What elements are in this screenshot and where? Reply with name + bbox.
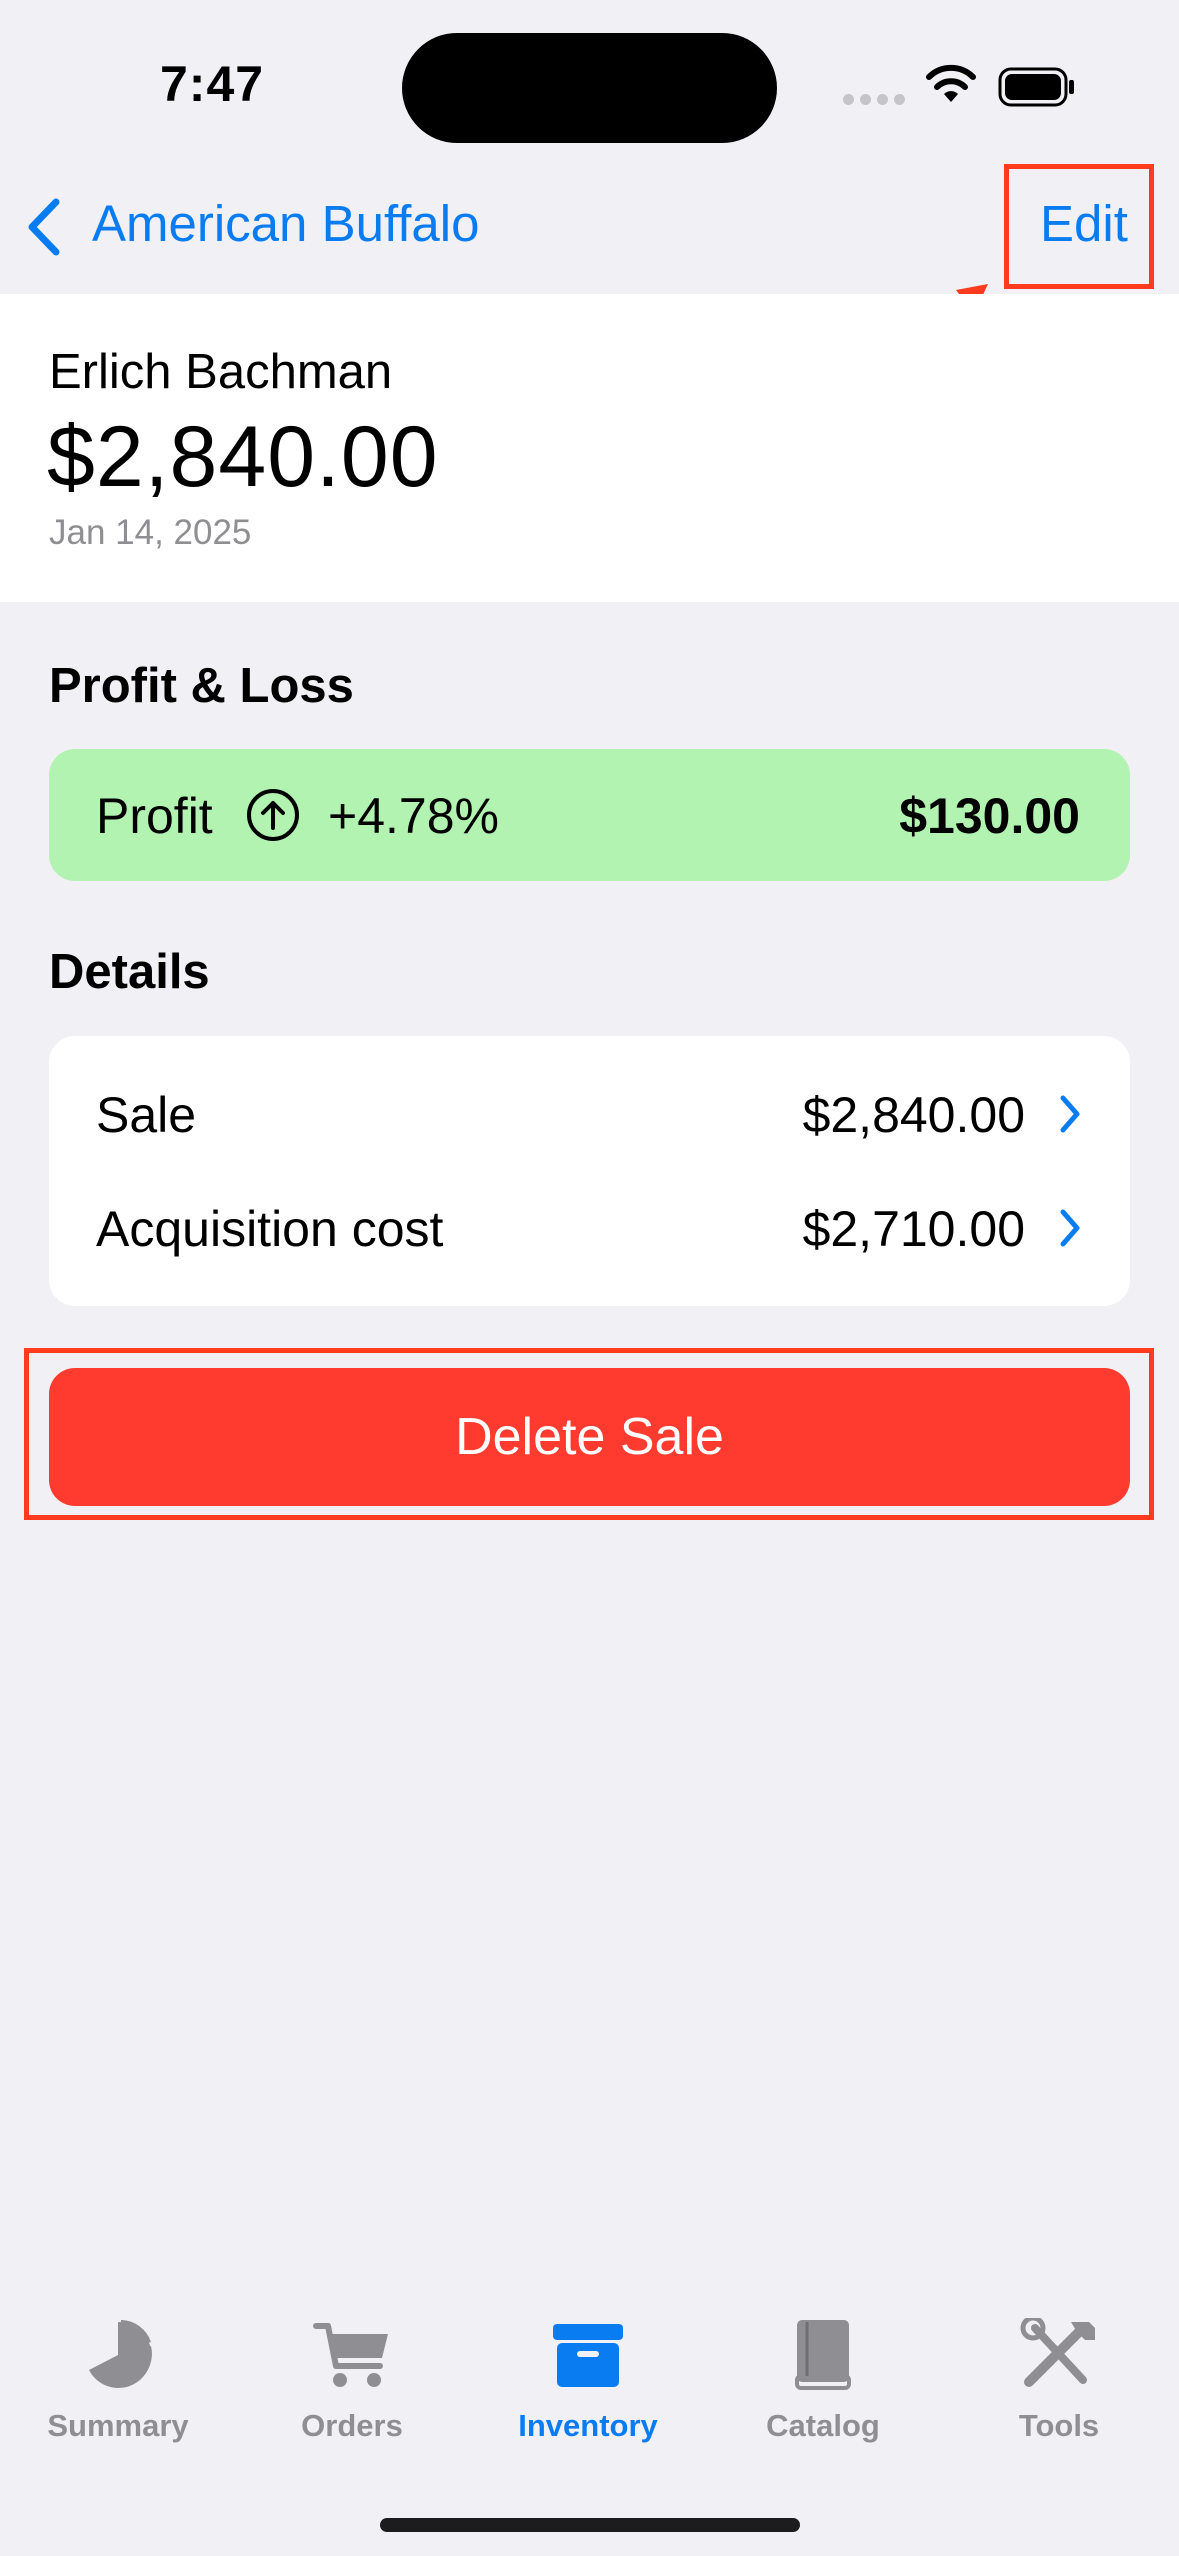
pie-chart-icon (89, 2320, 152, 2388)
book-icon (795, 2320, 851, 2390)
details-card (49, 1036, 1130, 1306)
acquisition-cost-row-label[interactable]: Acquisition cost (96, 1200, 443, 1258)
tab-inventory-label: Inventory (518, 2408, 658, 2443)
profit-label: Profit (96, 788, 213, 844)
dynamic-island (402, 33, 777, 143)
tools-icon (1020, 2318, 1095, 2387)
back-chevron-icon[interactable] (26, 198, 62, 256)
archive-box-icon (553, 2324, 623, 2387)
tab-orders-label: Orders (301, 2408, 403, 2443)
details-title: Details (49, 945, 210, 999)
home-indicator[interactable] (380, 2518, 800, 2532)
profit-value: $130.00 (899, 788, 1080, 844)
edit-highlight-box (1004, 164, 1154, 289)
sale-amount: $2,840.00 (47, 409, 439, 505)
tab-catalog[interactable]: Catalog (705, 2318, 941, 2444)
tab-inventory[interactable]: Inventory (470, 2318, 706, 2444)
profit-percent: +4.78% (328, 788, 499, 844)
sale-date: Jan 14, 2025 (49, 513, 252, 552)
chevron-right-icon[interactable] (1058, 1208, 1082, 1248)
acquisition-cost-row-value[interactable]: $2,710.00 (605, 1200, 1025, 1258)
sale-row-value[interactable]: $2,840.00 (605, 1086, 1025, 1144)
tab-tools-label: Tools (1018, 2408, 1100, 2443)
tab-tools[interactable]: Tools (941, 2318, 1177, 2444)
tab-orders[interactable]: Orders (234, 2318, 470, 2444)
cart-icon (313, 2323, 388, 2387)
delete-sale-button[interactable]: Delete Sale (49, 1368, 1130, 1506)
customer-name: Erlich Bachman (49, 345, 393, 399)
wifi-icon (926, 64, 976, 102)
back-button[interactable]: American Buffalo (92, 194, 479, 253)
tab-catalog-label: Catalog (766, 2408, 880, 2443)
arrow-up-circle-icon (247, 789, 299, 841)
battery-icon (998, 67, 1074, 107)
cellular-signal-icon (843, 92, 911, 110)
tab-summary[interactable]: Summary (0, 2318, 236, 2444)
status-time: 7:47 (160, 56, 265, 112)
tab-summary-label: Summary (47, 2408, 189, 2443)
profit-loss-title: Profit & Loss (49, 659, 354, 713)
chevron-right-icon[interactable] (1058, 1094, 1082, 1134)
sale-row-label[interactable]: Sale (96, 1086, 196, 1144)
